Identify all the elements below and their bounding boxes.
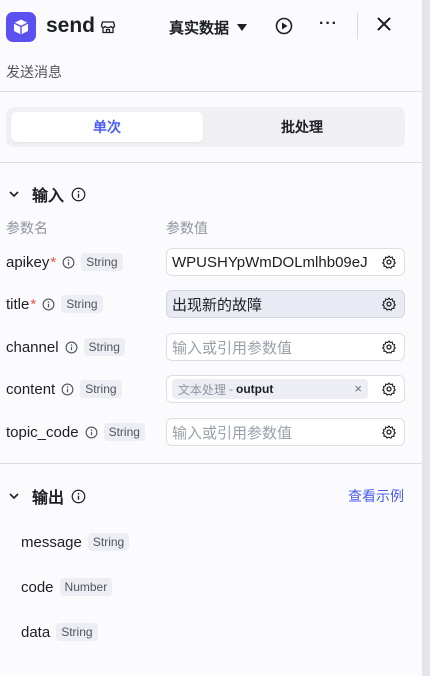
divider	[0, 91, 422, 92]
type-badge: String	[61, 295, 103, 313]
param-name: topic_code	[6, 423, 79, 441]
info-icon[interactable]	[85, 426, 98, 439]
ref-source: 文本处理	[178, 382, 227, 397]
param-name: title	[6, 295, 30, 313]
more-icon[interactable]: ···	[319, 15, 338, 33]
output-field-message: message String	[21, 533, 130, 551]
info-icon[interactable]	[65, 341, 78, 354]
caret-down-icon	[237, 24, 248, 31]
info-icon[interactable]	[71, 187, 86, 202]
required-marker: *	[50, 253, 57, 271]
node-config-panel: send 真实数据 ··· 发送消息 单次 批处理 输入 参数名 参数值 api…	[0, 0, 422, 676]
output-name: data	[21, 623, 51, 641]
divider	[0, 162, 422, 163]
panel-header: send 真实数据 ···	[0, 0, 422, 56]
apikey-input[interactable]: WPUSHYpWmDOLmlhb09eJ	[166, 248, 405, 276]
param-name: content	[6, 380, 56, 398]
divider	[0, 463, 422, 464]
tab-single[interactable]: 单次	[11, 112, 203, 142]
ref-separator: -	[229, 382, 234, 396]
input-section-title: 输入	[32, 188, 65, 205]
required-marker: *	[30, 295, 37, 313]
output-field-data: data String	[21, 623, 98, 641]
param-label-topic-code: topic_code String	[6, 418, 145, 446]
type-badge: String	[87, 533, 130, 551]
node-title[interactable]: send	[46, 14, 95, 38]
cube-icon	[13, 19, 29, 35]
param-label-apikey: apikey * String	[6, 248, 123, 276]
gear-icon[interactable]	[382, 340, 396, 354]
param-name: apikey	[6, 253, 50, 271]
topic-code-input[interactable]: 输入或引用参数值	[166, 418, 405, 446]
title-value: 出现新的故障	[172, 296, 263, 314]
output-field-code: code Number	[21, 578, 113, 596]
tab-batch[interactable]: 批处理	[206, 112, 398, 142]
info-icon[interactable]	[42, 298, 55, 311]
type-badge: String	[103, 423, 145, 441]
chevron-down-icon	[9, 493, 19, 500]
gear-icon[interactable]	[382, 382, 396, 396]
type-badge: String	[56, 623, 98, 641]
type-badge: String	[80, 380, 122, 398]
output-section-header[interactable]: 输出	[8, 484, 86, 508]
output-name: code	[21, 578, 54, 596]
type-badge: String	[81, 253, 123, 271]
param-label-title: title * String	[6, 290, 103, 318]
content-input[interactable]: 文本处理 - output ×	[166, 375, 405, 403]
scrollbar[interactable]	[422, 0, 430, 676]
apikey-value: WPUSHYpWmDOLmlhb09eJ	[172, 253, 368, 271]
info-icon[interactable]	[62, 256, 75, 269]
run-icon[interactable]	[275, 17, 293, 35]
node-description: 发送消息	[6, 64, 62, 80]
data-mode-select[interactable]: 真实数据	[169, 17, 248, 38]
header-divider	[357, 13, 358, 39]
title-input[interactable]: 出现新的故障	[166, 290, 405, 318]
gear-icon[interactable]	[382, 255, 396, 269]
close-icon[interactable]	[377, 17, 391, 31]
channel-input[interactable]: 输入或引用参数值	[166, 333, 405, 361]
topic-code-placeholder: 输入或引用参数值	[172, 424, 293, 442]
view-example-link[interactable]: 查看示例	[348, 486, 404, 506]
data-mode-label: 真实数据	[169, 20, 230, 37]
plugin-logo	[6, 12, 36, 42]
param-label-channel: channel String	[6, 333, 125, 361]
chevron-down-icon	[9, 191, 19, 198]
ref-variable: output	[236, 382, 274, 396]
param-name: channel	[6, 338, 59, 356]
run-mode-tabs: 单次 批处理	[6, 107, 405, 147]
remove-reference-icon[interactable]: ×	[354, 381, 362, 396]
store-icon[interactable]	[100, 19, 116, 35]
gear-icon[interactable]	[382, 297, 396, 311]
info-icon[interactable]	[61, 383, 74, 396]
input-section-header[interactable]: 输入	[8, 182, 86, 206]
variable-reference-chip[interactable]: 文本处理 - output ×	[172, 379, 368, 399]
channel-placeholder: 输入或引用参数值	[172, 339, 293, 357]
info-icon[interactable]	[71, 489, 86, 504]
gear-icon[interactable]	[382, 425, 396, 439]
param-value-column-header: 参数值	[166, 220, 208, 236]
param-label-content: content String	[6, 375, 122, 403]
param-name-column-header: 参数名	[6, 220, 48, 236]
type-badge: String	[83, 338, 125, 356]
type-badge: Number	[59, 578, 113, 596]
output-section-title: 输出	[32, 490, 65, 507]
output-name: message	[21, 533, 82, 551]
